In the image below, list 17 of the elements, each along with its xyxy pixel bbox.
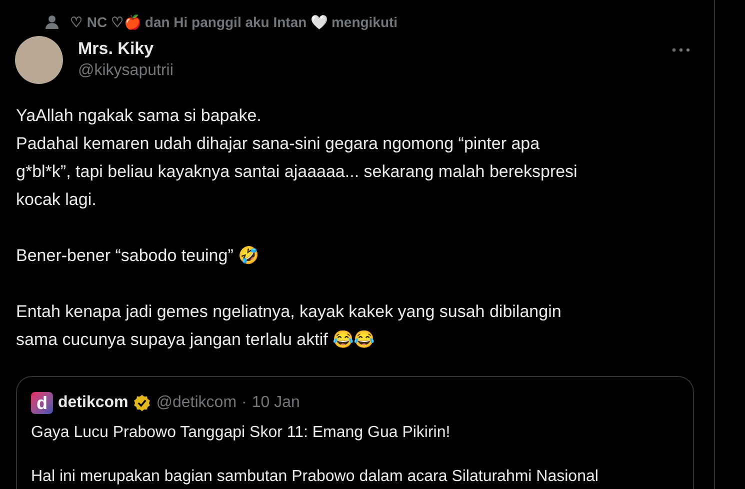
quoted-tweet-card[interactable]: d detikcom @detikcom · 10 Jan Gaya Lucu Prabowo Tanggapi Skor 11: Emang Gua Pikirin! Hal ini merupakan bagian sambutan Prabowo dalam acara Silaturahmi Nasional: [16, 376, 694, 489]
logo-icon: d: [31, 392, 53, 414]
tweet-text: Entah kenapa jadi gemes ngeliatnya, kayak kakek yang susah dibilangin sama cucunya supaya jangan terlalu aktif 😂😂: [16, 301, 562, 351]
author-name[interactable]: Mrs. Kiky: [78, 38, 672, 60]
quoted-text: Hal ini merupakan bagian sambutan Prabowo dalam acara Silaturahmi Nasional: [31, 467, 600, 487]
separator: ·: [242, 393, 247, 413]
tweet-text: YaAllah ngakak sama si bapake. Padahal kemaren udah dihajar sana-sini gegara ngomong “pinter apa g*bl*k”, tapi beliau kayaknya santai ajaaaaa... sekarang malah berekspresi kocak lagi.: [16, 105, 578, 211]
tweet-text: Bener-bener “sabodo teuing” 🤣: [16, 245, 260, 267]
quoted-text: Gaya Lucu Prabowo Tanggapi Skor 11: Emang Gua Pikirin!: [31, 423, 452, 443]
quoted-author-handle[interactable]: @detikcom: [156, 391, 237, 415]
quoted-author-name[interactable]: detikcom: [58, 391, 128, 415]
avatar[interactable]: [15, 36, 63, 84]
social-context[interactable]: ♡ NC ♡🍎 dan Hi panggil aku Intan 🤍 mengikuti: [70, 12, 398, 32]
more-icon[interactable]: [672, 48, 690, 52]
quoted-date[interactable]: 10 Jan: [252, 391, 300, 415]
person-icon: [44, 14, 60, 30]
author-handle[interactable]: @kikysaputrii: [78, 60, 672, 82]
